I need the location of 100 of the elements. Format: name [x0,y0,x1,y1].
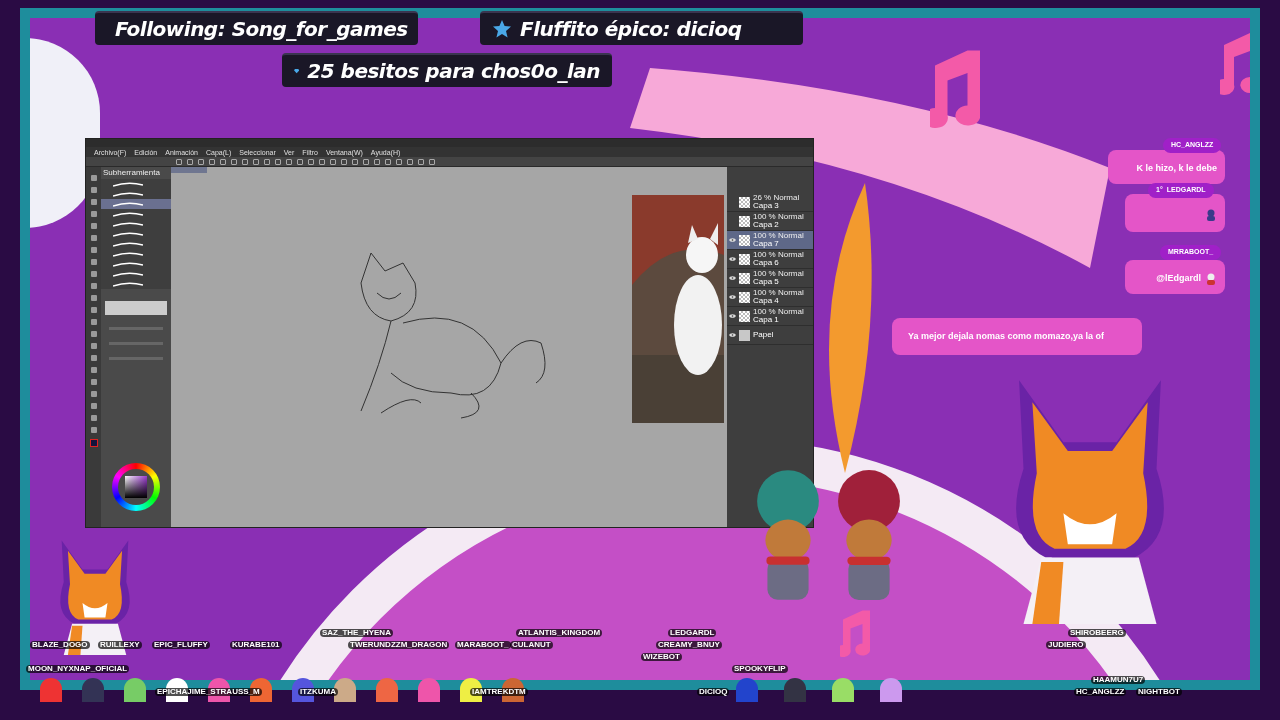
viewer-name: HC_ANGLZZ [1074,688,1127,696]
viewer-name: NIGHTBOT [1136,688,1182,696]
brush-stroke-icon [113,251,143,257]
viewer-name: EPIC_FLUFFY [152,641,210,649]
eye-icon[interactable] [729,314,736,318]
color-wheel[interactable] [112,463,160,511]
avatar-figure [376,678,398,702]
layer-thumbnail [739,196,750,208]
chat-message: @lEdgardl [1156,272,1201,285]
avatar-figure [784,678,806,702]
layer-mode: 100 % Normal [753,270,804,278]
viewer-name: IAMTREKDTM [470,688,528,696]
layer-row[interactable]: 26 % Normal Capa 3 [727,193,813,212]
brush-stroke-icon [113,191,143,197]
brush-item[interactable] [101,199,171,209]
brush-item[interactable] [101,179,171,189]
alert-text: 25 besitos para chos0o_lan [307,58,600,85]
brush-stroke-icon [113,261,143,267]
viewer-name: RUILLEXY [98,641,142,649]
layer-name: Capa 7 [753,240,780,248]
eye-icon[interactable] [729,276,736,280]
viewer-name: SAZ_THE_HYENA [320,629,393,637]
layer-name: Capa 1 [753,316,780,324]
viewer-name: WIZEBOT [641,653,682,661]
layer-thumbnail [739,272,750,284]
viewer-name: JUDIERO [1046,641,1086,649]
viewer-name: CULANUT [510,641,553,649]
avatar-figure [40,678,62,702]
viewer-name: MARABOOT_ [455,641,511,649]
brush-item[interactable] [101,279,171,289]
viewer-name: EPICHAJIME_STRAUSS_M [155,688,262,696]
brush-preview [105,301,167,315]
brush-stroke-icon [113,221,143,227]
viewer-name: CREAMY_BNUY [656,641,722,649]
alert-text: Following: Song_for_games [115,16,408,43]
eye-icon[interactable] [729,333,736,337]
layer-mode: 100 % Normal [753,308,804,316]
avatar-figure [880,678,902,702]
layer-mode: 100 % Normal [753,232,804,240]
brush-stroke-icon [113,211,143,217]
avatar-figure [334,678,356,702]
layer-mode: 26 % Normal [753,194,800,202]
banner-text: Ya mejor dejala nomas como momazo,ya la of [908,329,1105,343]
brush-item[interactable] [101,209,171,219]
layer-name: Papel [753,331,774,339]
panel-title: Subherramienta [102,167,161,179]
eye-icon[interactable] [729,238,736,242]
layer-thumbnail [739,215,750,227]
viewer-name: BLAZE_DOGO [30,641,90,649]
music-note-icon [840,608,870,658]
viewer-name: MOON_NYXNAP_OFICIAL [26,665,130,673]
music-note-icon [930,48,980,128]
layer-name: Capa 4 [753,297,780,305]
brush-stroke-icon [113,241,143,247]
viewer-name: DICIOQ [697,688,730,696]
avatar-figure [124,678,146,702]
eye-icon[interactable] [729,257,736,261]
viewer-name: ITZKUMA [298,688,338,696]
viewer-name: HAAMUN7U7 [1091,676,1146,684]
layer-mode: 100 % Normal [753,213,804,221]
viewer-name: KURABE101 [230,641,282,649]
chat-message: K le hizo, k le debe [1136,162,1217,175]
layer-mode: 100 % Normal [753,251,804,259]
layer-thumbnail [739,234,750,246]
avatar-figure [418,678,440,702]
layer-row[interactable]: 100 % Normal Capa 4 [727,288,813,307]
layer-row[interactable]: Papel [727,326,813,345]
brush-stroke-icon [113,201,143,207]
viewer-name: SPOOKYFLIP [732,665,788,673]
layer-row[interactable]: 100 % Normal Capa 5 [727,269,813,288]
star-icon [492,19,512,39]
layer-row[interactable]: 100 % Normal Capa 7 [727,231,813,250]
emote-icon [1205,272,1217,285]
layer-thumbnail [739,253,750,265]
layer-thumbnail [739,310,750,322]
layer-name: Capa 3 [753,202,780,210]
brush-item[interactable] [101,189,171,199]
viewer-name: TWERUNDZZM_DRAGON [348,641,450,649]
layer-thumbnail [739,329,750,341]
layer-row[interactable]: 100 % Normal Capa 6 [727,250,813,269]
brush-stroke-icon [113,181,143,187]
viewer-name: LEDGARDL [668,629,717,637]
eye-icon[interactable] [729,295,736,299]
layer-row[interactable]: 100 % Normal Capa 1 [727,307,813,326]
layer-mode: 100 % Normal [753,289,804,297]
layer-name: Capa 6 [753,259,780,267]
emote-icon [1205,209,1217,221]
layer-name: Capa 2 [753,221,780,229]
layer-thumbnail [739,291,750,303]
avatar-figure [82,678,104,702]
avatar-figure [736,678,758,702]
brush-stroke-icon [113,231,143,237]
alert-text: Fluffito épico: dicioq [520,16,742,43]
layer-name: Capa 5 [753,278,780,286]
brush-stroke-icon [113,281,143,287]
color-swatch[interactable] [89,439,98,447]
avatar-figure [832,678,854,702]
viewer-name: SHIROBEERG [1068,629,1126,637]
viewer-name: ATLANTIS_KINGDOM [516,629,603,637]
brush-stroke-icon [113,271,143,277]
